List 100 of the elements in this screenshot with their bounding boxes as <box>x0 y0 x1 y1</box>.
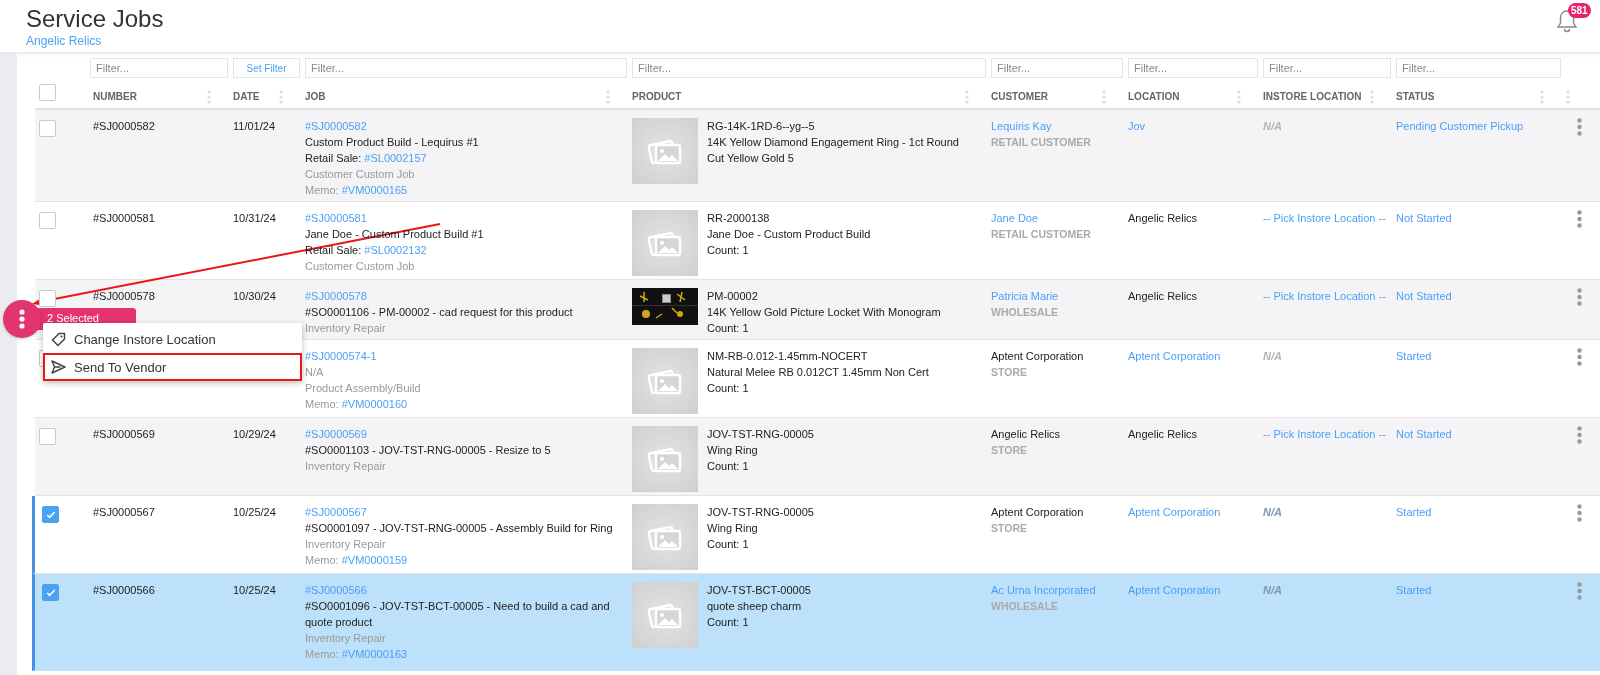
column-header[interactable]: JOB <box>305 91 326 102</box>
column-header[interactable]: INSTORE LOCATION <box>1263 91 1362 102</box>
job-number: #SJ0000569 <box>93 428 155 440</box>
filter-field[interactable]: Filter... <box>1128 58 1258 78</box>
instore-location-link[interactable]: -- Pick Instore Location -- <box>1263 290 1386 302</box>
product-sku: JOV-TST-RNG-00005 <box>707 505 815 520</box>
job-date: 10/25/24 <box>233 584 276 596</box>
column-header[interactable]: CUSTOMER <box>991 91 1049 102</box>
row-menu-icon[interactable] <box>1576 210 1582 228</box>
filter-field[interactable]: Filter... <box>1396 58 1561 78</box>
customer-type: WHOLESALE <box>991 305 1059 320</box>
select-all-checkbox[interactable] <box>39 84 56 101</box>
instore-location: N/A <box>1263 506 1282 518</box>
row-menu-icon[interactable] <box>1576 504 1582 522</box>
reference-link[interactable]: #VM0000165 <box>341 184 408 196</box>
image-placeholder-icon <box>648 229 682 257</box>
job-status: Started <box>1396 584 1432 596</box>
reference-link[interactable]: #SL0002157 <box>364 152 427 164</box>
column-header[interactable]: DATE <box>233 91 260 102</box>
row-checkbox[interactable] <box>42 506 59 523</box>
row-checkbox[interactable] <box>39 290 56 307</box>
row-checkbox[interactable] <box>39 120 56 137</box>
row-checkbox[interactable] <box>42 584 59 601</box>
notification-badge: 581 <box>1568 3 1591 18</box>
reference-link[interactable]: #VM0000163 <box>341 648 408 660</box>
row-checkbox[interactable] <box>39 428 56 445</box>
product-count: Count: 1 <box>707 615 750 630</box>
column-menu-icon[interactable] <box>1370 89 1374 104</box>
job-number: #SJ0000582 <box>93 120 155 132</box>
image-placeholder-icon <box>648 137 682 165</box>
row-menu-icon[interactable] <box>1576 426 1582 444</box>
customer-link[interactable]: Lequiris Kay <box>991 118 1052 134</box>
image-placeholder-icon <box>648 367 682 395</box>
filter-field[interactable]: Filter... <box>991 58 1123 78</box>
product-count: Count: 1 <box>707 537 750 552</box>
column-header[interactable]: PRODUCT <box>632 91 682 102</box>
job-link[interactable]: #SJ0000566 <box>305 582 367 598</box>
column-header[interactable]: NUMBER <box>93 91 137 102</box>
location-link[interactable]: Aptent Corporation <box>1128 584 1221 596</box>
filter-field[interactable]: Filter... <box>305 58 627 78</box>
filter-field[interactable]: Filter... <box>1263 58 1391 78</box>
instore-location-link[interactable]: -- Pick Instore Location -- <box>1263 428 1386 440</box>
reference-link[interactable]: #SL0002132 <box>364 244 427 256</box>
location-name: Angelic Relics <box>1128 290 1198 302</box>
column-menu-icon[interactable] <box>606 89 610 104</box>
product-sku: PM-00002 <box>707 289 759 304</box>
job-link[interactable]: #SJ0000567 <box>305 504 367 520</box>
job-link[interactable]: #SJ0000574-1 <box>305 348 377 364</box>
column-menu-icon[interactable] <box>1540 89 1544 104</box>
job-link[interactable]: #SJ0000582 <box>305 118 367 134</box>
send-icon <box>51 360 66 374</box>
page-title: Service Jobs <box>26 5 164 33</box>
menu-item[interactable]: Send To Vendor <box>43 353 302 381</box>
column-menu-icon[interactable] <box>279 89 283 104</box>
job-type: Customer Custom Job <box>305 167 415 182</box>
image-placeholder-icon <box>648 601 682 629</box>
customer-link[interactable]: Jane Doe <box>991 210 1039 226</box>
job-number: #SJ0000578 <box>93 290 155 302</box>
more-icon <box>19 309 25 329</box>
job-status: Started <box>1396 350 1432 362</box>
column-menu-icon[interactable] <box>1566 89 1570 104</box>
column-menu-icon[interactable] <box>207 89 211 104</box>
product-name: Jane Doe - Custom Product Build <box>707 227 872 242</box>
job-reference: Retail Sale: #SL0002157 <box>305 151 427 166</box>
filter-field[interactable]: Filter... <box>632 58 986 78</box>
customer-link[interactable]: Ac Urna Incorporated <box>991 582 1096 598</box>
job-link[interactable]: #SJ0000581 <box>305 210 367 226</box>
job-date: 10/30/24 <box>233 290 276 302</box>
location-link[interactable]: Jov <box>1128 120 1146 132</box>
job-type: Inventory Repair <box>305 631 386 646</box>
row-menu-icon[interactable] <box>1576 348 1582 366</box>
reference-link[interactable]: #VM0000159 <box>341 554 408 566</box>
job-link[interactable]: #SJ0000569 <box>305 426 367 442</box>
job-description: #SO0001103 - JOV-TST-RNG-00005 - Resize to 5 <box>305 443 551 458</box>
row-checkbox[interactable] <box>39 212 56 229</box>
set-filter-button[interactable]: Set Filter <box>233 58 300 78</box>
column-menu-icon[interactable] <box>1102 89 1106 104</box>
column-header[interactable]: STATUS <box>1396 91 1435 102</box>
reference-link[interactable]: #VM0000160 <box>341 398 408 410</box>
customer-link[interactable]: Patricia Marie <box>991 288 1059 304</box>
column-menu-icon[interactable] <box>965 89 969 104</box>
customer-name: Angelic Relics <box>991 427 1061 442</box>
store-link[interactable]: Angelic Relics <box>26 33 164 49</box>
row-menu-icon[interactable] <box>1576 118 1582 136</box>
customer-type: RETAIL CUSTOMER <box>991 227 1091 242</box>
product-sku: JOV-TST-BCT-00005 <box>707 583 812 598</box>
job-status: Not Started <box>1396 212 1452 224</box>
job-type: Inventory Repair <box>305 537 386 552</box>
filter-field[interactable]: Filter... <box>90 58 228 78</box>
location-link[interactable]: Aptent Corporation <box>1128 506 1221 518</box>
job-reference: Memo: #VM0000159 <box>305 553 408 568</box>
customer-type: RETAIL CUSTOMER <box>991 135 1091 150</box>
job-link[interactable]: #SJ0000578 <box>305 288 367 304</box>
location-link[interactable]: Aptent Corporation <box>1128 350 1221 362</box>
column-header[interactable]: LOCATION <box>1128 91 1180 102</box>
column-menu-icon[interactable] <box>1237 89 1241 104</box>
instore-location-link[interactable]: -- Pick Instore Location -- <box>1263 212 1386 224</box>
row-menu-icon[interactable] <box>1576 288 1582 306</box>
customer-type: STORE <box>991 521 1027 536</box>
row-menu-icon[interactable] <box>1576 582 1582 600</box>
